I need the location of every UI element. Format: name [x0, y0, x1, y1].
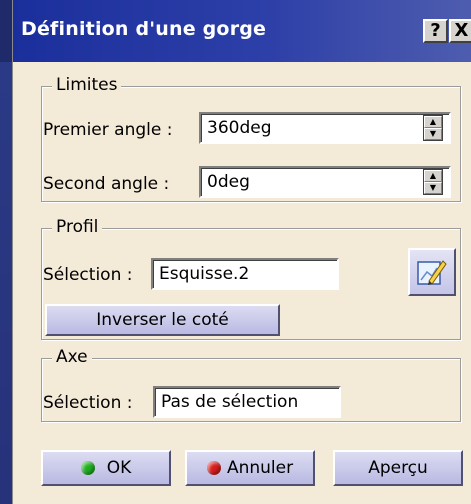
profile-legend: Profil	[52, 217, 103, 237]
cancel-label: Annuler	[226, 458, 294, 478]
preview-button[interactable]: Aperçu	[333, 450, 463, 486]
spin-down-icon[interactable]: ▼	[424, 182, 442, 194]
sketch-pen-icon	[417, 260, 447, 285]
close-icon: X	[454, 20, 469, 41]
dialog-title: Définition d'une gorge	[21, 18, 267, 40]
revolve-groove-dialog: Définition d'une gorge ? X Limites Premi…	[12, 0, 471, 504]
spin-up-icon[interactable]: ▲	[424, 116, 442, 128]
desktop-background	[0, 62, 12, 504]
limits-legend: Limites	[52, 75, 122, 95]
cancel-icon	[206, 461, 221, 475]
spin-up-icon[interactable]: ▲	[424, 170, 442, 182]
axis-selection-label: Sélection :	[43, 393, 133, 413]
sketch-button[interactable]	[408, 248, 456, 296]
first-angle-input[interactable]: 360deg	[199, 112, 451, 144]
close-button[interactable]: X	[449, 19, 471, 43]
axis-selection-input[interactable]: Pas de sélection	[153, 386, 341, 418]
first-angle-spinner[interactable]: ▲ ▼	[423, 115, 443, 141]
ok-button[interactable]: OK	[41, 450, 171, 486]
reverse-side-label: Inverser le coté	[96, 310, 229, 330]
ok-label: OK	[106, 458, 132, 478]
second-angle-spinner[interactable]: ▲ ▼	[423, 169, 443, 195]
preview-label: Aperçu	[368, 458, 428, 478]
help-button[interactable]: ?	[423, 19, 448, 43]
ok-icon	[80, 461, 95, 475]
second-angle-input[interactable]: 0deg	[199, 166, 451, 198]
reverse-side-button[interactable]: Inverser le coté	[45, 304, 280, 336]
axis-legend: Axe	[52, 347, 92, 367]
help-icon: ?	[430, 20, 441, 41]
profile-selection-label: Sélection :	[43, 265, 133, 285]
title-bar[interactable]: Définition d'une gorge ? X	[13, 0, 471, 62]
profile-selection-input[interactable]: Esquisse.2	[151, 258, 339, 290]
second-angle-label: Second angle :	[43, 174, 170, 194]
spin-down-icon[interactable]: ▼	[424, 128, 442, 140]
cancel-button[interactable]: Annuler	[185, 450, 315, 486]
first-angle-label: Premier angle :	[43, 120, 173, 140]
